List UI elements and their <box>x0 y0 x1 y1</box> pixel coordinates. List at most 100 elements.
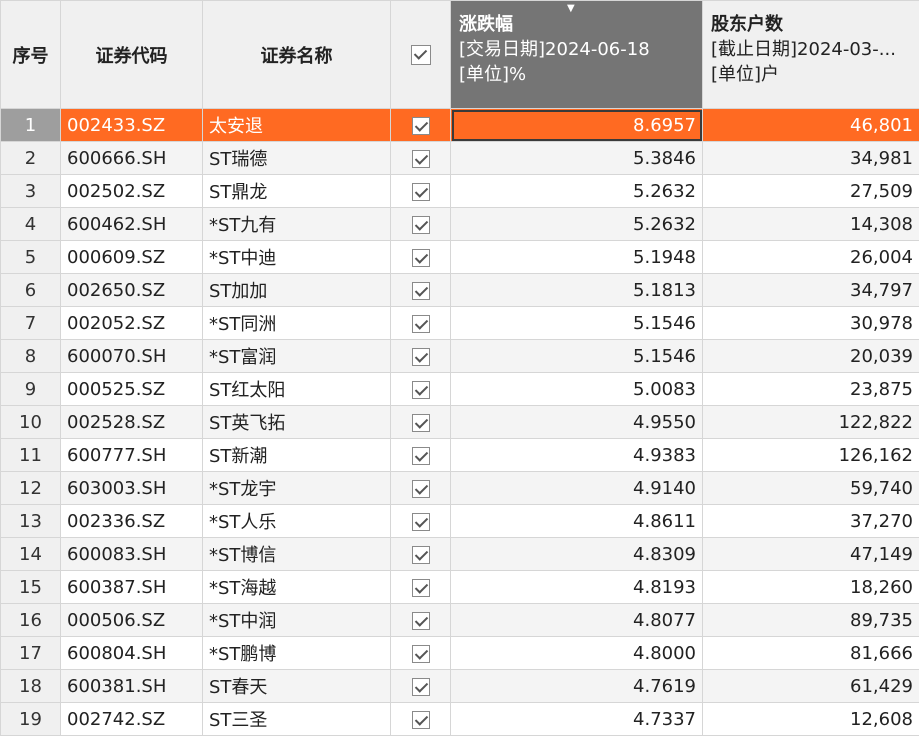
change-pct[interactable]: 5.3846 <box>451 142 703 175</box>
checkbox-checked-icon[interactable] <box>412 348 430 366</box>
security-code[interactable]: 000506.SZ <box>61 604 203 637</box>
col-header-select-all[interactable] <box>391 1 451 109</box>
change-pct[interactable]: 4.7619 <box>451 670 703 703</box>
col-header-code[interactable]: 证券代码 <box>61 1 203 109</box>
security-code[interactable]: 002650.SZ <box>61 274 203 307</box>
row-index[interactable]: 7 <box>1 307 61 340</box>
holder-count[interactable]: 122,822 <box>703 406 919 439</box>
security-code[interactable]: 600666.SH <box>61 142 203 175</box>
security-code[interactable]: 600083.SH <box>61 538 203 571</box>
security-name[interactable]: *ST鹏博 <box>203 637 391 670</box>
change-pct[interactable]: 4.7337 <box>451 703 703 736</box>
table-row[interactable]: 17600804.SH*ST鹏博4.800081,666 <box>1 637 919 670</box>
holder-count[interactable]: 12,608 <box>703 703 919 736</box>
change-pct[interactable]: 8.6957 <box>451 109 703 142</box>
checkbox-checked-icon[interactable] <box>412 414 430 432</box>
security-code[interactable]: 002528.SZ <box>61 406 203 439</box>
security-name[interactable]: *ST博信 <box>203 538 391 571</box>
security-name[interactable]: ST瑞德 <box>203 142 391 175</box>
holder-count[interactable]: 47,149 <box>703 538 919 571</box>
row-checkbox-cell[interactable] <box>391 406 451 439</box>
row-checkbox-cell[interactable] <box>391 703 451 736</box>
security-code[interactable]: 600387.SH <box>61 571 203 604</box>
checkbox-checked-icon[interactable] <box>412 315 430 333</box>
row-checkbox-cell[interactable] <box>391 175 451 208</box>
row-index[interactable]: 8 <box>1 340 61 373</box>
holder-count[interactable]: 59,740 <box>703 472 919 505</box>
holder-count[interactable]: 61,429 <box>703 670 919 703</box>
security-name[interactable]: ST加加 <box>203 274 391 307</box>
holder-count[interactable]: 27,509 <box>703 175 919 208</box>
security-name[interactable]: *ST富润 <box>203 340 391 373</box>
row-checkbox-cell[interactable] <box>391 538 451 571</box>
security-code[interactable]: 600381.SH <box>61 670 203 703</box>
row-index[interactable]: 17 <box>1 637 61 670</box>
security-name[interactable]: *ST中润 <box>203 604 391 637</box>
checkbox-checked-icon[interactable] <box>412 579 430 597</box>
security-code[interactable]: 600777.SH <box>61 439 203 472</box>
security-name[interactable]: ST春天 <box>203 670 391 703</box>
row-checkbox-cell[interactable] <box>391 472 451 505</box>
row-checkbox-cell[interactable] <box>391 637 451 670</box>
security-name[interactable]: ST新潮 <box>203 439 391 472</box>
table-row[interactable]: 16000506.SZ*ST中润4.807789,735 <box>1 604 919 637</box>
table-row[interactable]: 19002742.SZST三圣4.733712,608 <box>1 703 919 736</box>
checkbox-checked-icon[interactable] <box>412 249 430 267</box>
security-name[interactable]: *ST人乐 <box>203 505 391 538</box>
row-index[interactable]: 16 <box>1 604 61 637</box>
holder-count[interactable]: 34,981 <box>703 142 919 175</box>
security-code[interactable]: 600462.SH <box>61 208 203 241</box>
security-code[interactable]: 000609.SZ <box>61 241 203 274</box>
row-checkbox-cell[interactable] <box>391 241 451 274</box>
change-pct[interactable]: 5.1546 <box>451 307 703 340</box>
row-checkbox-cell[interactable] <box>391 604 451 637</box>
checkbox-checked-icon[interactable] <box>412 117 430 135</box>
col-header-holders[interactable]: 股东户数 [截止日期]2024-03-... [单位]户 <box>703 1 919 109</box>
security-name[interactable]: ST三圣 <box>203 703 391 736</box>
row-index[interactable]: 1 <box>1 109 61 142</box>
checkbox-checked-icon[interactable] <box>411 45 431 65</box>
holder-count[interactable]: 46,801 <box>703 109 919 142</box>
col-header-name[interactable]: 证券名称 <box>203 1 391 109</box>
table-row[interactable]: 11600777.SHST新潮4.9383126,162 <box>1 439 919 472</box>
holder-count[interactable]: 34,797 <box>703 274 919 307</box>
checkbox-checked-icon[interactable] <box>412 480 430 498</box>
holder-count[interactable]: 14,308 <box>703 208 919 241</box>
checkbox-checked-icon[interactable] <box>412 645 430 663</box>
security-name[interactable]: ST英飞拓 <box>203 406 391 439</box>
security-name[interactable]: 太安退 <box>203 109 391 142</box>
row-index[interactable]: 2 <box>1 142 61 175</box>
checkbox-checked-icon[interactable] <box>412 282 430 300</box>
checkbox-checked-icon[interactable] <box>412 546 430 564</box>
row-checkbox-cell[interactable] <box>391 340 451 373</box>
row-checkbox-cell[interactable] <box>391 307 451 340</box>
change-pct[interactable]: 4.8611 <box>451 505 703 538</box>
checkbox-checked-icon[interactable] <box>412 513 430 531</box>
table-row[interactable]: 15600387.SH*ST海越4.819318,260 <box>1 571 919 604</box>
row-index[interactable]: 5 <box>1 241 61 274</box>
security-code[interactable]: 002502.SZ <box>61 175 203 208</box>
security-name[interactable]: *ST同洲 <box>203 307 391 340</box>
table-row[interactable]: 2600666.SHST瑞德 5.384634,981 <box>1 142 919 175</box>
checkbox-checked-icon[interactable] <box>412 381 430 399</box>
table-row[interactable]: 10002528.SZST英飞拓4.9550122,822 <box>1 406 919 439</box>
change-pct[interactable]: 4.9550 <box>451 406 703 439</box>
row-index[interactable]: 15 <box>1 571 61 604</box>
col-header-change[interactable]: ▼ 涨跌幅 [交易日期]2024-06-18 [单位]% <box>451 1 703 109</box>
holder-count[interactable]: 18,260 <box>703 571 919 604</box>
holder-count[interactable]: 26,004 <box>703 241 919 274</box>
table-row[interactable]: 18600381.SHST春天4.761961,429 <box>1 670 919 703</box>
security-code[interactable]: 002433.SZ <box>61 109 203 142</box>
security-code[interactable]: 603003.SH <box>61 472 203 505</box>
security-code[interactable]: 002742.SZ <box>61 703 203 736</box>
change-pct[interactable]: 5.1546 <box>451 340 703 373</box>
row-checkbox-cell[interactable] <box>391 373 451 406</box>
holder-count[interactable]: 81,666 <box>703 637 919 670</box>
security-code[interactable]: 000525.SZ <box>61 373 203 406</box>
table-row[interactable]: 14600083.SH*ST博信4.830947,149 <box>1 538 919 571</box>
security-name[interactable]: *ST九有 <box>203 208 391 241</box>
row-checkbox-cell[interactable] <box>391 274 451 307</box>
holder-count[interactable]: 30,978 <box>703 307 919 340</box>
holder-count[interactable]: 126,162 <box>703 439 919 472</box>
row-index[interactable]: 6 <box>1 274 61 307</box>
